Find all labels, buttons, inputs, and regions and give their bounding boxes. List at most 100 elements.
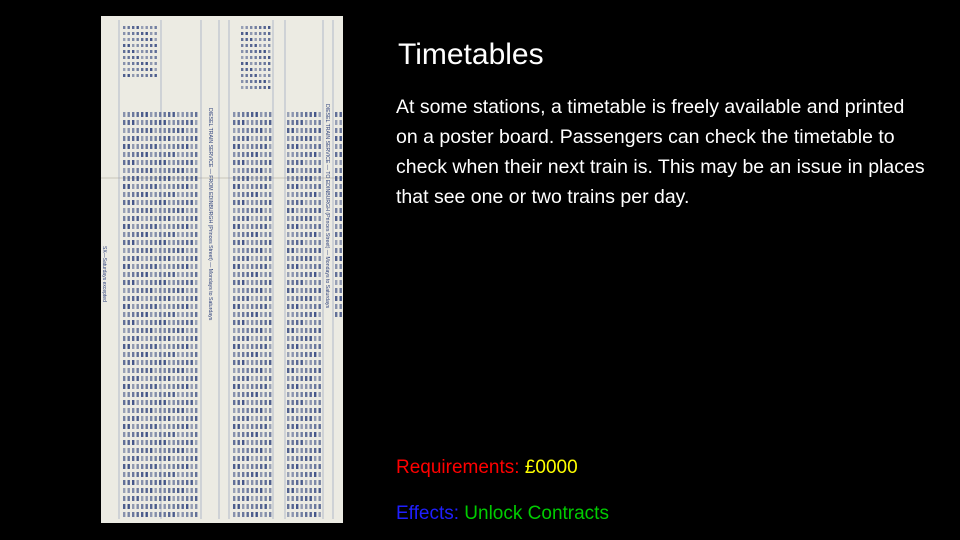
- timetable-time-mark: [132, 416, 135, 421]
- timetable-time-mark: [233, 232, 236, 237]
- timetable-time-mark: [264, 256, 267, 261]
- timetable-time-mark: [246, 144, 249, 149]
- timetable-time-mark: [159, 512, 162, 517]
- timetable-time-mark: [181, 384, 184, 389]
- timetable-time-mark: [186, 288, 189, 293]
- timetable-time-mark: [242, 384, 245, 389]
- timetable-time-mark: [305, 504, 308, 509]
- timetable-time-mark: [255, 392, 258, 397]
- timetable-time-mark: [163, 376, 166, 381]
- timetable-time-mark: [186, 488, 189, 493]
- timetable-time-mark: [314, 328, 317, 333]
- timetable-time-mark: [177, 168, 180, 173]
- timetable-time-mark: [318, 264, 321, 269]
- timetable-time-mark: [177, 112, 180, 117]
- timetable-time-mark: [300, 144, 303, 149]
- timetable-time-mark: [195, 208, 198, 213]
- timetable-time-mark: [264, 344, 267, 349]
- timetable-time-mark: [318, 288, 321, 293]
- timetable-time-mark: [150, 504, 153, 509]
- timetable-time-mark: [233, 216, 236, 221]
- timetable-time-mark: [246, 136, 249, 141]
- timetable-time-mark: [287, 352, 290, 357]
- timetable-time-mark: [264, 160, 267, 165]
- requirements-line: Requirements: £0000: [396, 456, 578, 480]
- timetable-time-mark: [177, 360, 180, 365]
- timetable-time-mark: [309, 360, 312, 365]
- timetable-time-mark: [260, 296, 263, 301]
- timetable-time-mark: [159, 424, 162, 429]
- timetable-time-mark: [145, 44, 148, 47]
- timetable-time-mark: [190, 424, 193, 429]
- timetable-time-mark: [177, 160, 180, 165]
- timetable-time-mark: [255, 472, 258, 477]
- timetable-time-mark: [287, 224, 290, 229]
- timetable-time-mark: [136, 248, 139, 253]
- timetable-time-mark: [186, 456, 189, 461]
- timetable-time-mark: [296, 144, 299, 149]
- timetable-time-mark: [150, 328, 153, 333]
- timetable-time-mark: [260, 432, 263, 437]
- timetable-time-mark: [314, 504, 317, 509]
- timetable-time-mark: [269, 440, 272, 445]
- timetable-time-mark: [132, 352, 135, 357]
- timetable-time-mark: [154, 152, 157, 157]
- timetable-time-mark: [233, 328, 236, 333]
- timetable-time-mark: [251, 464, 254, 469]
- timetable-time-mark: [145, 184, 148, 189]
- timetable-time-mark: [163, 400, 166, 405]
- timetable-time-mark: [233, 184, 236, 189]
- timetable-time-mark: [177, 152, 180, 157]
- timetable-time-mark: [269, 128, 272, 133]
- timetable-time-mark: [123, 44, 126, 47]
- timetable-time-mark: [181, 256, 184, 261]
- timetable-time-mark: [163, 464, 166, 469]
- timetable-time-mark: [127, 144, 130, 149]
- timetable-time-mark: [141, 312, 144, 317]
- timetable-time-mark: [233, 168, 236, 173]
- timetable-time-mark: [123, 248, 126, 253]
- timetable-time-mark: [287, 136, 290, 141]
- timetable-time-mark: [246, 408, 249, 413]
- timetable-time-mark: [172, 376, 175, 381]
- timetable-time-mark: [291, 472, 294, 477]
- timetable-time-mark: [195, 496, 198, 501]
- timetable-time-mark: [159, 384, 162, 389]
- timetable-time-mark: [305, 384, 308, 389]
- timetable-time-mark: [287, 384, 290, 389]
- timetable-time-mark: [269, 392, 272, 397]
- timetable-time-mark: [246, 472, 249, 477]
- timetable-time-mark: [305, 464, 308, 469]
- timetable-time-mark: [136, 152, 139, 157]
- timetable-time-mark: [177, 448, 180, 453]
- timetable-time-mark: [287, 344, 290, 349]
- timetable-time-mark: [141, 74, 144, 77]
- timetable-time-mark: [190, 504, 193, 509]
- timetable-time-mark: [255, 128, 258, 133]
- timetable-time-mark: [251, 248, 254, 253]
- timetable-time-mark: [300, 392, 303, 397]
- timetable-time-mark: [172, 344, 175, 349]
- timetable-time-mark: [132, 112, 135, 117]
- timetable-time-mark: [123, 136, 126, 141]
- timetable-time-mark: [237, 400, 240, 405]
- timetable-time-mark: [242, 368, 245, 373]
- timetable-time-mark: [154, 472, 157, 477]
- timetable-time-mark: [246, 344, 249, 349]
- timetable-time-mark: [255, 136, 258, 141]
- timetable-time-mark: [233, 176, 236, 181]
- timetable-time-mark: [195, 344, 198, 349]
- timetable-time-mark: [190, 224, 193, 229]
- timetable-time-mark: [123, 62, 126, 65]
- timetable-time-mark: [269, 256, 272, 261]
- timetable-time-mark: [242, 144, 245, 149]
- timetable-time-mark: [136, 408, 139, 413]
- timetable-time-mark: [291, 424, 294, 429]
- timetable-time-mark: [318, 304, 321, 309]
- timetable-time-mark: [300, 304, 303, 309]
- timetable-time-mark: [314, 152, 317, 157]
- timetable-time-mark: [154, 120, 157, 125]
- timetable-time-mark: [254, 74, 257, 77]
- timetable-time-mark: [251, 496, 254, 501]
- timetable-time-mark: [296, 416, 299, 421]
